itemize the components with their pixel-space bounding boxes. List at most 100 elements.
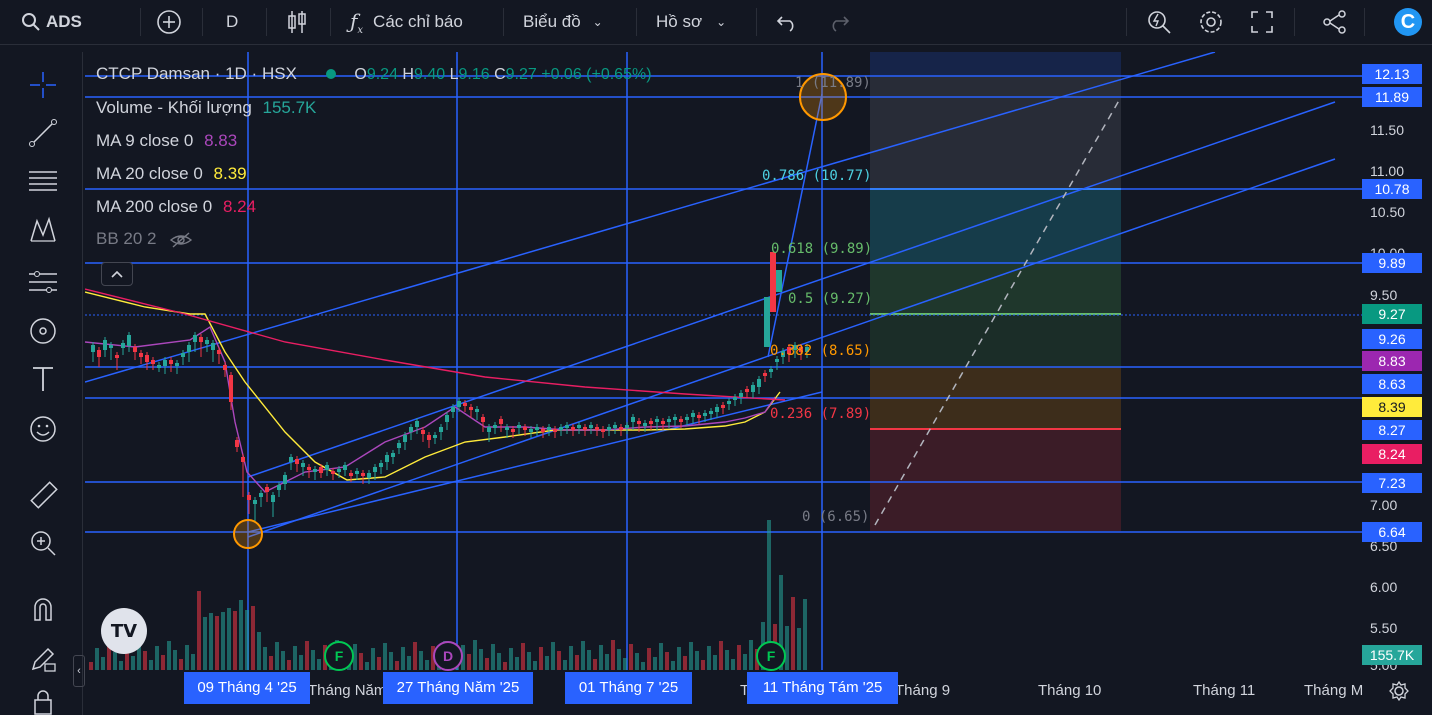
fib-level-label: 0.786 (10.77) [762,168,872,184]
price-tag: 9.27 [1362,304,1422,324]
candle-body [427,435,431,440]
candle-body [625,425,629,428]
price-tick: 10.50 [1370,204,1406,220]
measure-tool[interactable] [22,474,64,516]
tradingview-logo[interactable]: TV [101,608,147,654]
candle-body [241,457,245,462]
fib-zone [870,429,1121,531]
pattern-tool[interactable] [22,210,64,252]
compare-button[interactable] [156,0,182,44]
candle-body [565,425,569,428]
lock-tool[interactable] [22,688,64,715]
event-marker[interactable]: D [433,641,463,671]
prediction-tool[interactable] [22,260,64,302]
undo-button[interactable] [776,0,798,44]
candle-body [751,385,755,392]
volume-bar [311,650,315,670]
fib-zone [870,52,1121,76]
volume-bar [797,628,801,670]
channel-line[interactable] [247,391,823,533]
symbol-label: ADS [46,12,82,31]
candle-body [217,350,221,354]
redo-button[interactable] [828,0,850,44]
layout-button[interactable]: Biểu đồ ⌄ [523,0,603,44]
collapse-legend-button[interactable] [101,262,133,286]
volume-bar [533,661,537,670]
candle-body [181,353,185,357]
volume-bar [635,653,639,670]
volume-bar [659,643,663,670]
event-marker[interactable]: F [756,641,786,671]
indicators-button[interactable]: ƒx Các chỉ báo [350,0,463,44]
collapse-toolbar-button[interactable]: ‹ [73,655,85,687]
interval-button[interactable]: D [226,0,238,44]
volume-bar [185,645,189,670]
event-marker[interactable]: F [324,641,354,671]
volume-bar [191,654,195,670]
volume-bar [569,646,573,670]
candle-body [397,443,401,448]
volume-bar [563,660,567,670]
fib-tool[interactable] [22,160,64,202]
legend-bb[interactable]: BB 20 2 [96,229,193,249]
chevron-down-icon: ⌄ [716,15,727,29]
axis-settings-button[interactable] [1387,679,1411,708]
zoom-tool[interactable] [22,522,64,564]
chart-type-button[interactable] [286,0,308,44]
candle-body [505,427,509,430]
app-logo[interactable]: C [1394,0,1422,44]
volume-bar [383,643,387,670]
eye-hidden-icon[interactable] [169,231,193,249]
settings-button[interactable] [1198,0,1224,44]
profile-button[interactable]: Hồ sơ ⌄ [656,0,726,44]
candle-body [493,425,497,428]
symbol-title[interactable]: CTCP Damsan · 1D · HSX [96,64,297,83]
volume-bar [509,648,513,670]
candle-body [373,467,377,472]
candle-body [355,471,359,474]
candle-body [667,419,671,422]
candle-body [739,393,743,397]
symbol-search[interactable]: ADS [22,0,82,44]
legend-ma9[interactable]: MA 9 close 0 8.83 [96,131,237,151]
share-button[interactable] [1322,0,1348,44]
candle-body [199,337,203,342]
legend-ma200[interactable]: MA 200 close 0 8.24 [96,197,256,217]
keep-drawing-tool[interactable] [22,638,64,680]
candle-body [271,495,275,502]
candle-body [451,407,455,412]
candle-body [361,473,365,476]
emoji-tool[interactable] [22,408,64,450]
price-chart[interactable] [85,52,1362,670]
trend-line-tool[interactable] [22,112,64,154]
ma200-line [85,288,786,401]
drawing-toolbar [0,52,83,715]
crosshair-tool[interactable] [22,64,64,106]
candle-body [319,467,323,473]
high-label: H [402,66,414,83]
candle-body [763,373,767,376]
geometric-shapes-tool[interactable] [22,310,64,352]
fullscreen-button[interactable] [1250,0,1274,44]
volume-bar [689,642,693,670]
volume-bar [713,655,717,670]
candle-body [770,252,776,312]
price-tag: 7.23 [1362,473,1422,493]
volume-bar [305,641,309,670]
candle-body [247,495,251,500]
ma20-value: 8.39 [213,164,247,183]
candle-body [391,453,395,457]
candle-body [139,353,143,357]
quick-search-button[interactable] [1146,0,1172,44]
candle-body [385,455,389,462]
volume-bar [521,643,525,670]
legend-volume[interactable]: Volume - Khối lượng 155.7K [96,98,316,118]
candle-body [283,475,287,484]
trend-line[interactable] [767,93,823,358]
legend-ma20[interactable]: MA 20 close 0 8.39 [96,164,247,184]
text-tool[interactable] [22,358,64,400]
candle-body [703,413,707,416]
candle-body [721,405,725,408]
magnet-tool[interactable] [22,588,64,630]
candle-body [445,415,449,422]
